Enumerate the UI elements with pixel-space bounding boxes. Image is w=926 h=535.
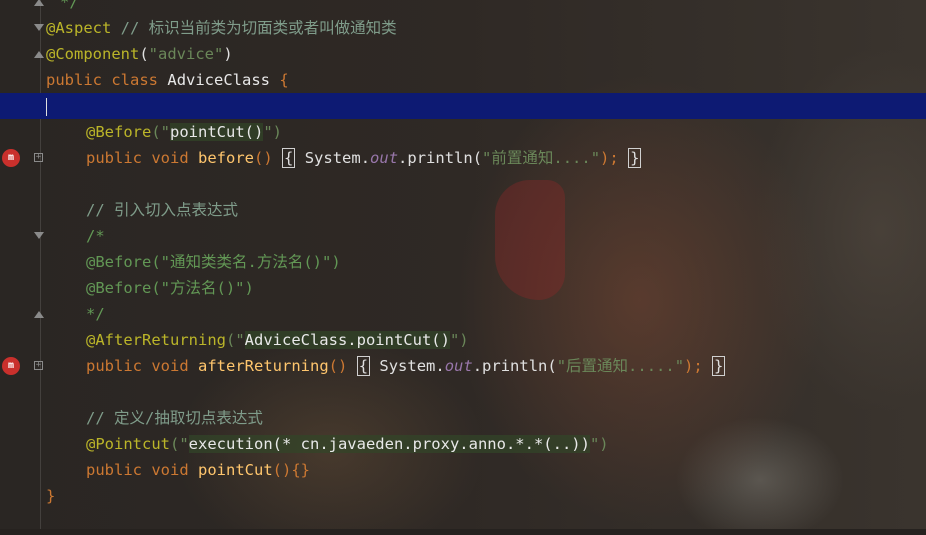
- string-literal: "): [589, 435, 609, 453]
- line-comment: // 标识当前类为切面类或者叫做通知类: [120, 19, 397, 37]
- string-literal: "前置通知....": [482, 149, 601, 167]
- comment-end: */: [60, 0, 79, 11]
- paren: (): [254, 149, 273, 167]
- method-name: afterReturning: [198, 357, 329, 375]
- line-comment: // 定义/抽取切点表达式: [86, 409, 263, 427]
- folded-brace[interactable]: {: [282, 148, 296, 168]
- string-literal: "advice": [148, 45, 224, 63]
- code-line[interactable]: /*: [0, 223, 926, 249]
- fold-expand-icon[interactable]: +: [34, 361, 43, 370]
- code-line[interactable]: m + public void afterReturning() { Syste…: [0, 353, 926, 379]
- code-line[interactable]: @Before("通知类类名.方法名()"): [0, 249, 926, 275]
- block-comment-start: /*: [86, 227, 105, 245]
- brace: {: [279, 71, 289, 89]
- fold-expand-icon[interactable]: +: [34, 153, 43, 162]
- string-literal: (": [170, 435, 189, 453]
- current-line[interactable]: [0, 93, 926, 119]
- keyword: public: [86, 357, 142, 375]
- code-line[interactable]: public void pointCut(){}: [0, 457, 926, 483]
- string-literal: "): [449, 331, 469, 349]
- paren: (: [139, 45, 149, 63]
- code-line[interactable]: @Pointcut("execution(* cn.javaeden.proxy…: [0, 431, 926, 457]
- method-name: before: [198, 149, 255, 167]
- code-line[interactable]: @Component("advice"): [0, 41, 926, 67]
- statement-end: );: [600, 149, 619, 167]
- fold-end-icon[interactable]: [34, 311, 44, 318]
- keyword: public: [46, 71, 102, 89]
- aop-advice-icon[interactable]: m: [2, 149, 20, 167]
- code-line[interactable]: }: [0, 483, 926, 509]
- line-comment: // 引入切入点表达式: [86, 201, 238, 219]
- code-line[interactable]: m + public void before() { System.out.pr…: [0, 145, 926, 171]
- aop-advice-icon[interactable]: m: [2, 357, 20, 375]
- string-injection: pointCut(): [170, 123, 264, 141]
- string-literal: "): [263, 123, 282, 141]
- annotation: @Aspect: [46, 19, 112, 37]
- text-cursor: [46, 97, 47, 116]
- string-injection: AdviceClass.pointCut(): [244, 331, 450, 349]
- code-line[interactable]: @Before("方法名()"): [0, 275, 926, 301]
- folded-brace[interactable]: }: [628, 148, 642, 168]
- class-ref: System.: [379, 357, 445, 375]
- string-literal: (": [151, 123, 170, 141]
- annotation: @AfterReturning: [86, 331, 226, 349]
- class-name: AdviceClass: [167, 71, 271, 89]
- static-field: out: [444, 357, 473, 375]
- annotation: @Component: [46, 45, 140, 63]
- code-line[interactable]: */: [0, 301, 926, 327]
- method-call: .println(: [472, 357, 557, 375]
- keyword: public: [86, 149, 142, 167]
- comment-text: ("通知类类名.方法名()"): [151, 253, 341, 271]
- annotation: @Pointcut: [86, 435, 170, 453]
- method-body: (){}: [272, 461, 310, 479]
- fold-end-icon[interactable]: [34, 51, 44, 58]
- folded-brace[interactable]: {: [356, 356, 371, 376]
- method-name: pointCut: [198, 461, 273, 479]
- paren: ): [223, 45, 233, 63]
- keyword: void: [151, 357, 189, 375]
- string-literal: (": [225, 331, 245, 349]
- code-line[interactable]: // 引入切入点表达式: [0, 197, 926, 223]
- keyword: public: [86, 461, 142, 479]
- class-ref: System.: [304, 149, 371, 167]
- static-field: out: [370, 149, 399, 167]
- comment-text: ("方法名()"): [151, 279, 254, 297]
- fold-icon[interactable]: [34, 24, 44, 31]
- code-line[interactable]: @Before("pointCut()"): [0, 119, 926, 145]
- fold-icon[interactable]: [34, 232, 44, 239]
- keyword: class: [111, 71, 159, 89]
- code-line[interactable]: */: [0, 0, 926, 15]
- annotation: @Before: [86, 123, 152, 141]
- code-line[interactable]: @AfterReturning("AdviceClass.pointCut()"…: [0, 327, 926, 353]
- code-line[interactable]: @Aspect // 标识当前类为切面类或者叫做通知类: [0, 15, 926, 41]
- fold-end-icon[interactable]: [34, 0, 44, 6]
- keyword: void: [151, 461, 189, 479]
- string-injection: execution(* cn.javaeden.proxy.anno.*.*(.…: [188, 435, 590, 453]
- folded-brace[interactable]: }: [712, 356, 726, 376]
- statement-end: );: [684, 357, 703, 375]
- string-literal: "后置通知.....": [556, 357, 685, 375]
- code-line[interactable]: // 定义/抽取切点表达式: [0, 405, 926, 431]
- keyword: void: [151, 149, 189, 167]
- comment-annotation: @Before: [86, 279, 152, 297]
- block-comment-end: */: [86, 305, 105, 323]
- paren: (): [328, 357, 348, 375]
- comment-annotation: @Before: [86, 253, 152, 271]
- method-call: .println(: [398, 149, 483, 167]
- code-line[interactable]: public class AdviceClass {: [0, 67, 926, 93]
- closing-brace: }: [46, 487, 56, 505]
